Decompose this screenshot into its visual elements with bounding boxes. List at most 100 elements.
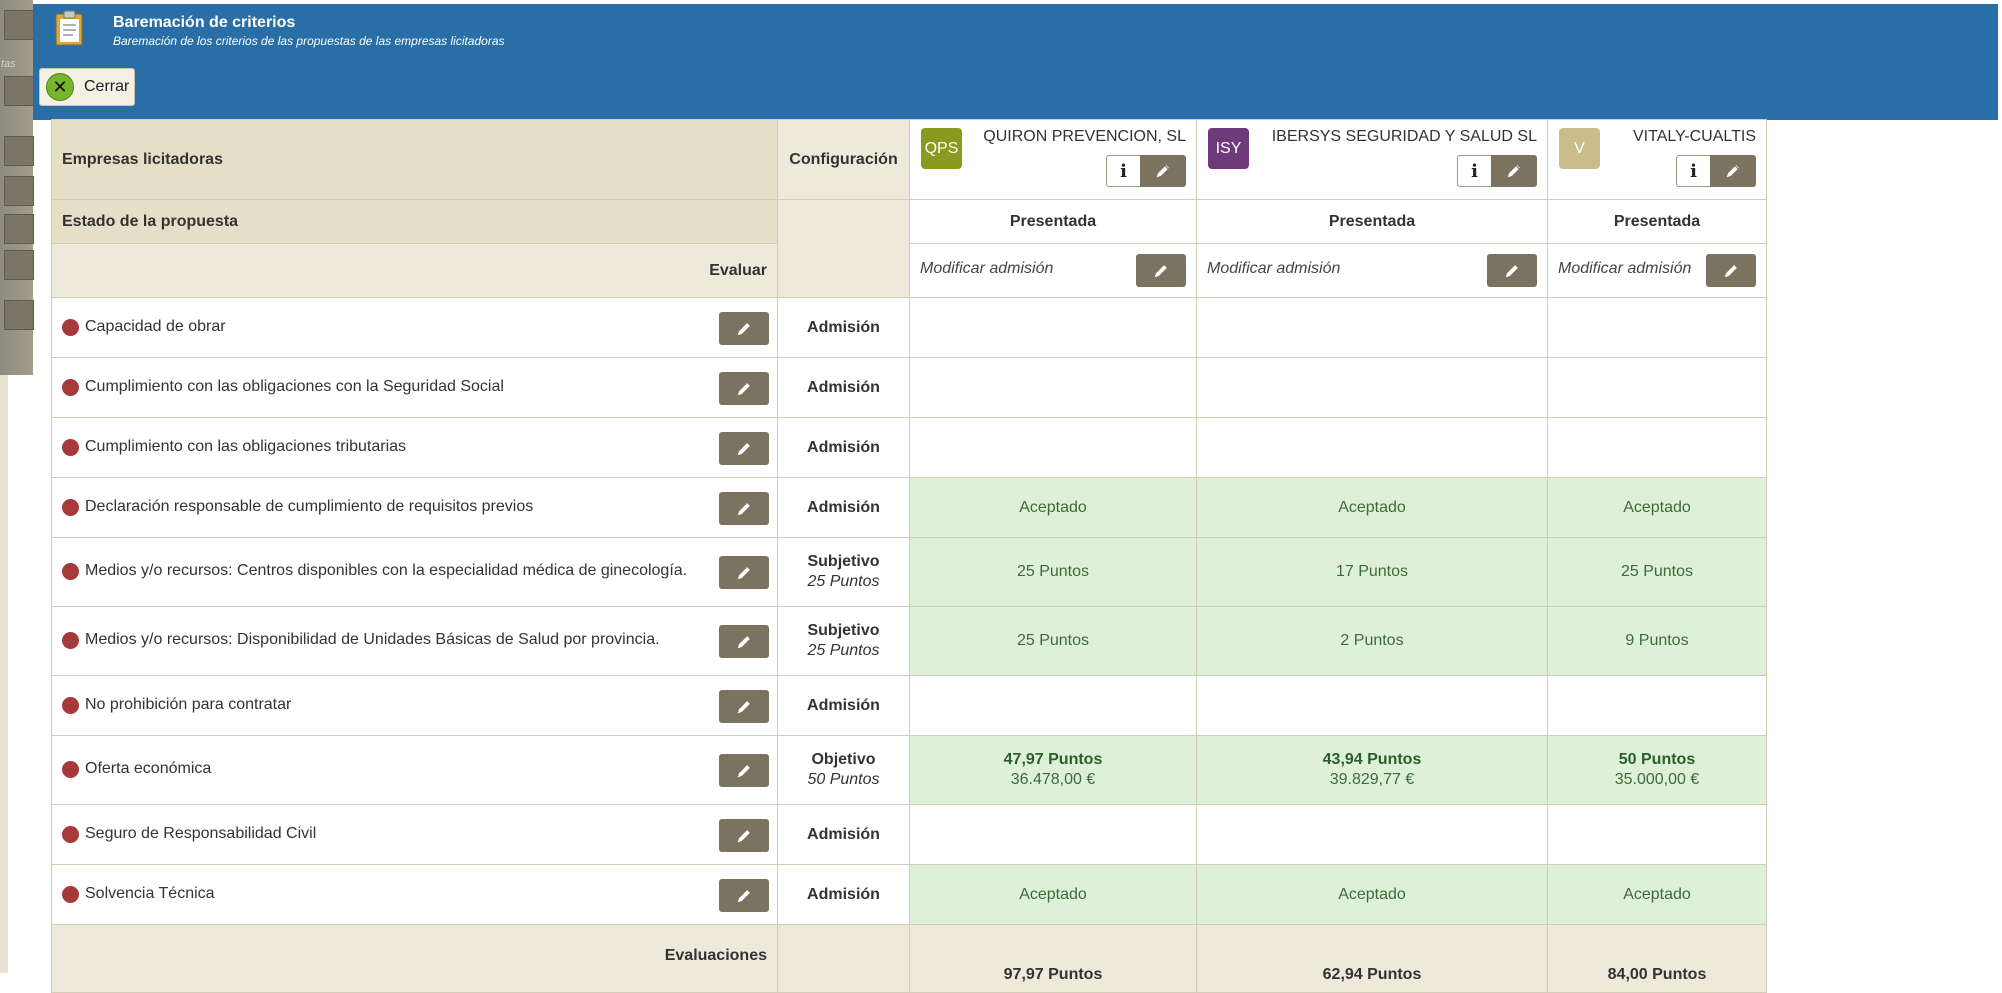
criterion-score: Aceptado xyxy=(1196,864,1548,925)
status-dot-icon xyxy=(62,499,79,516)
criterion-type: Objetivo xyxy=(811,751,876,768)
info-icon: i xyxy=(1471,160,1478,182)
criterion-config: Admisión xyxy=(777,417,910,478)
criterion-config: Admisión xyxy=(777,357,910,418)
criterion-score: Aceptado xyxy=(909,864,1197,925)
status-dot-icon xyxy=(62,632,79,649)
background-window-strip: tas xyxy=(0,0,34,375)
criterion-row: Oferta económica Objetivo 50 Puntos 47,97 P… xyxy=(51,735,1767,805)
total-score: 62,94 Puntos xyxy=(1196,924,1548,993)
company-edit-button[interactable] xyxy=(1710,155,1756,187)
background-tile xyxy=(4,176,34,206)
configuracion-spacer xyxy=(777,199,910,298)
score-amount: 39.829,77 € xyxy=(1329,771,1415,788)
company-header-v: V VITALY-CUALTIS i xyxy=(1547,119,1767,200)
modificar-admision-label: Modificar admisión xyxy=(920,260,1054,277)
criterion-cell: Cumplimiento con las obligaciones tribut… xyxy=(51,417,778,478)
company-info-button[interactable]: i xyxy=(1676,155,1710,187)
background-window-text: tas xyxy=(1,58,16,70)
evaluate-criterion-button[interactable] xyxy=(719,819,769,852)
evaluate-criterion-button[interactable] xyxy=(719,432,769,465)
background-tile xyxy=(4,136,34,166)
criterion-score: 25 Puntos xyxy=(909,537,1197,607)
status-dot-icon xyxy=(62,826,79,843)
criterion-score xyxy=(909,417,1197,478)
dialog-header: Baremación de criterios Baremación de lo… xyxy=(33,4,1998,120)
criterion-score xyxy=(1547,804,1767,865)
evaluate-criterion-button[interactable] xyxy=(719,879,769,912)
criterion-name: Medios y/o recursos: Disponibilidad de U… xyxy=(85,631,660,648)
close-icon: ✕ xyxy=(46,73,74,101)
criterion-max-points: 25 Puntos xyxy=(807,642,880,659)
criterion-row: Cumplimiento con las obligaciones con la… xyxy=(51,357,1767,418)
evaluate-criterion-button[interactable] xyxy=(719,625,769,658)
company-logo: V xyxy=(1559,128,1600,169)
dialog-title: Baremación de criterios xyxy=(113,14,296,31)
evaluate-criterion-button[interactable] xyxy=(719,690,769,723)
criterion-cell: No prohibición para contratar xyxy=(51,675,778,736)
criterion-name: Capacidad de obrar xyxy=(85,318,226,335)
modificar-admision-button[interactable] xyxy=(1706,254,1756,287)
pencil-icon xyxy=(737,829,750,842)
background-window-edge xyxy=(0,375,8,973)
criterion-config: Admisión xyxy=(777,804,910,865)
evaluate-criterion-button[interactable] xyxy=(719,312,769,345)
pencil-icon xyxy=(737,442,750,455)
criterion-type: Admisión xyxy=(807,825,880,843)
evaluaciones-spacer xyxy=(777,924,910,993)
criterion-name: Cumplimiento con las obligaciones tribut… xyxy=(85,438,407,455)
criterion-score: Aceptado xyxy=(1547,864,1767,925)
criterion-row: No prohibición para contratar Admisión xyxy=(51,675,1767,736)
criterion-score: 43,94 Puntos 39.829,77 € xyxy=(1196,735,1548,805)
modificar-cell: Modificar admisión xyxy=(1547,243,1767,298)
pencil-icon xyxy=(1505,264,1518,277)
criterion-name: Oferta económica xyxy=(85,760,212,777)
criterion-type: Admisión xyxy=(807,498,880,516)
criterion-cell: Declaración responsable de cumplimiento … xyxy=(51,477,778,538)
close-button-label: Cerrar xyxy=(84,78,130,95)
company-edit-button[interactable] xyxy=(1491,155,1537,187)
modificar-admision-button[interactable] xyxy=(1136,254,1186,287)
company-name: IBERSYS SEGURIDAD Y SALUD SL xyxy=(1271,128,1537,145)
criterion-cell: Medios y/o recursos: Disponibilidad de U… xyxy=(51,606,778,676)
pencil-icon xyxy=(1507,165,1520,178)
evaluate-criterion-button[interactable] xyxy=(719,754,769,787)
company-edit-button[interactable] xyxy=(1140,155,1186,187)
status-dot-icon xyxy=(62,761,79,778)
modificar-admision-button[interactable] xyxy=(1487,254,1537,287)
estado-value: Presentada xyxy=(1196,199,1548,244)
criterion-score xyxy=(909,675,1197,736)
criterion-name: Medios y/o recursos: Centros disponibles… xyxy=(85,562,688,579)
evaluate-criterion-button[interactable] xyxy=(719,556,769,589)
criterion-config: Objetivo 50 Puntos xyxy=(777,735,910,805)
pencil-icon xyxy=(737,889,750,902)
criterion-max-points: 25 Puntos xyxy=(807,573,880,590)
clipboard-icon xyxy=(55,10,83,46)
modificar-admision-label: Modificar admisión xyxy=(1207,260,1341,277)
criterion-row: Medios y/o recursos: Centros disponibles… xyxy=(51,537,1767,607)
background-tile xyxy=(4,214,34,244)
background-tile xyxy=(4,10,34,40)
evaluate-criterion-button[interactable] xyxy=(719,492,769,525)
company-info-button[interactable]: i xyxy=(1457,155,1491,187)
pencil-icon xyxy=(737,566,750,579)
modificar-cell: Modificar admisión xyxy=(1196,243,1548,298)
pencil-icon xyxy=(737,382,750,395)
status-dot-icon xyxy=(62,439,79,456)
criterion-type: Admisión xyxy=(807,438,880,456)
modificar-row: Evaluar Modificar admisión Modificar adm… xyxy=(51,243,1767,298)
company-header-qps: QPS QUIRON PREVENCION, SL i xyxy=(909,119,1197,200)
criteria-table: Empresas licitadoras Configuración QPS Q… xyxy=(51,119,1767,993)
criterion-score xyxy=(1547,297,1767,358)
criterion-type: Admisión xyxy=(807,885,880,903)
background-tile xyxy=(4,300,34,330)
company-info-button[interactable]: i xyxy=(1106,155,1140,187)
criterion-config: Subjetivo 25 Puntos xyxy=(777,537,910,607)
evaluate-criterion-button[interactable] xyxy=(719,372,769,405)
background-tile xyxy=(4,250,34,280)
criterion-score xyxy=(1196,804,1548,865)
score-amount: 36.478,00 € xyxy=(1010,771,1096,788)
modificar-cell: Modificar admisión xyxy=(909,243,1197,298)
modificar-admision-label: Modificar admisión xyxy=(1558,260,1692,277)
close-button[interactable]: ✕ Cerrar xyxy=(39,68,135,106)
